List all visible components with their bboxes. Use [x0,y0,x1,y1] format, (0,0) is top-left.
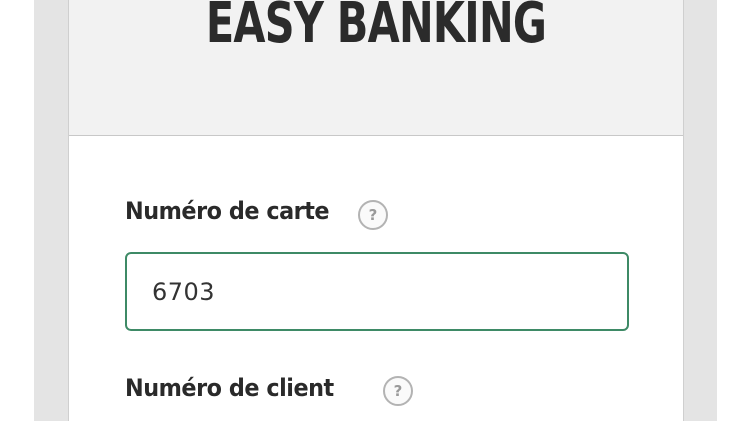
login-header: EASY BANKING [69,0,683,136]
card-number-input[interactable] [152,277,627,306]
card-number-label: Numéro de carte [125,197,330,225]
client-number-help-icon[interactable]: ? [383,376,413,406]
card-number-help-icon[interactable]: ? [358,200,388,230]
brand-title: EASY BANKING [205,0,547,56]
card-number-field[interactable] [125,252,629,331]
login-card: EASY BANKING Numéro de carte ? Numéro de… [68,0,684,421]
client-number-label: Numéro de client [125,374,334,402]
